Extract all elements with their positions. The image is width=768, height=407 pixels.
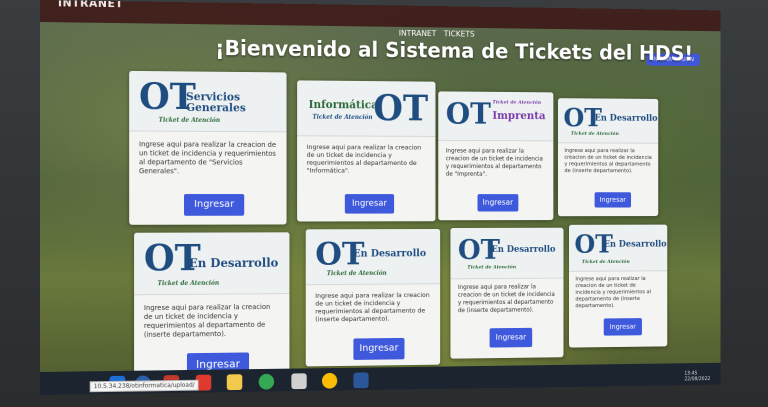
logo-en-desarrollo: OT En Desarrollo Ticket de Atención (568, 224, 668, 272)
status-url: 10.5.34.238/otinformatica/upload/ (89, 379, 199, 393)
logo-ticket-label: Ticket de Atención (312, 113, 373, 122)
logo-department-name: En Desarrollo (353, 248, 427, 260)
main-nav: INTRANET TICKETS (399, 29, 475, 39)
browser-viewport: INTRANET INTRANET TICKETS INICIAR SESION… (40, 0, 721, 395)
page-title: ¡Bienvenido al Sistema de Tickets del HD… (215, 36, 693, 66)
ingresar-button[interactable]: Ingresar (489, 327, 533, 348)
ingresar-button[interactable]: Ingresar (477, 194, 519, 212)
logo-servicios-generales: OT Servicios Generales Ticket de Atenció… (129, 70, 287, 133)
logo-en-desarrollo: OT En Desarrollo Ticket de Atención (450, 227, 564, 280)
logo-ticket-label: Ticket de Atención (157, 279, 220, 288)
card-en-desarrollo-4: OT En Desarrollo Ticket de Atención Ingr… (450, 227, 564, 359)
card-description: Ingrese aqui para realizar la creacion d… (138, 140, 277, 176)
brand-logo[interactable]: INTRANET (58, 0, 123, 10)
folder-icon[interactable] (226, 374, 243, 391)
card-en-desarrollo-2: OT En Desarrollo Ticket de Atención Ingr… (134, 232, 290, 382)
logo-department-name: En Desarrollo (603, 239, 667, 250)
logo-ticket-label: Ticket de Atención (570, 130, 619, 137)
logo-department-name: En Desarrollo (188, 255, 279, 271)
card-description: Ingrese aqui para realizar la creacion d… (457, 283, 555, 315)
card-en-desarrollo-5: OT En Desarrollo Ticket de Atención Ingr… (568, 224, 668, 348)
nav-item-tickets[interactable]: TICKETS (444, 29, 475, 38)
logo-ticket-label: Ticket de Atención (581, 259, 630, 266)
logo-informatica: Informática OT Ticket de Atención (297, 80, 436, 137)
ingresar-button[interactable]: Ingresar (603, 318, 642, 336)
card-informatica: Informática OT Ticket de Atención Ingres… (297, 80, 436, 222)
card-en-desarrollo-3: OT En Desarrollo Ticket de Atención Ingr… (305, 228, 441, 367)
ingresar-button[interactable]: Ingresar (184, 194, 245, 216)
logo-en-desarrollo: OT En Desarrollo Ticket de Atención (134, 232, 290, 296)
card-description: Ingrese aqui para realizar la creacion d… (306, 143, 422, 175)
logo-en-desarrollo: OT En Desarrollo Ticket de Atención (305, 228, 441, 286)
logo-department-name: Informática (308, 98, 378, 112)
logo-ticket-label: Ticket de Atención (326, 269, 387, 278)
logo-department-name: En Desarrollo (491, 245, 556, 255)
logo-ticket-label: Ticket de Atención (467, 264, 517, 271)
card-description: Ingrese aqui para realizar la creacion d… (445, 147, 543, 178)
ingresar-button[interactable]: Ingresar (353, 337, 405, 360)
logo-imprenta: OT Ticket de Atención Imprenta (438, 91, 554, 142)
logo-ticket-label: Ticket de Atención (492, 99, 542, 106)
card-imprenta: OT Ticket de Atención Imprenta Ingrese a… (438, 91, 554, 221)
word-icon[interactable] (353, 372, 369, 389)
tray-date: 22/08/2022 (684, 376, 711, 383)
nav-item-intranet[interactable]: INTRANET (399, 29, 436, 38)
logo-department-name: Servicios Generales (185, 90, 246, 115)
ingresar-button[interactable]: Ingresar (594, 192, 632, 208)
ingresar-button[interactable]: Ingresar (344, 194, 395, 214)
card-description: Ingrese aqui para realizar la creacion d… (564, 148, 652, 175)
system-tray-clock[interactable]: 13:45 22/08/2022 (684, 370, 711, 383)
logo-department-name: En Desarrollo (594, 113, 658, 124)
outlook-icon[interactable] (291, 373, 307, 390)
logo-en-desarrollo: OT En Desarrollo Ticket de Atención (557, 98, 659, 144)
card-en-desarrollo-1: OT En Desarrollo Ticket de Atención Ingr… (557, 98, 659, 217)
logo-department-name: Imprenta (492, 109, 546, 123)
card-description: Ingrese aqui para realizar la creacion d… (575, 276, 652, 310)
card-servicios-generales: OT Servicios Generales Ticket de Atenció… (129, 70, 287, 225)
card-description: Ingrese aqui para realizar la creacion d… (143, 303, 271, 339)
ot-logo-mark: OT (445, 97, 491, 132)
logo-ticket-label: Ticket de Atención (158, 116, 221, 125)
ot-logo-mark: OT (373, 87, 429, 130)
card-description: Ingrese aqui para realizar la creacion d… (315, 291, 430, 324)
